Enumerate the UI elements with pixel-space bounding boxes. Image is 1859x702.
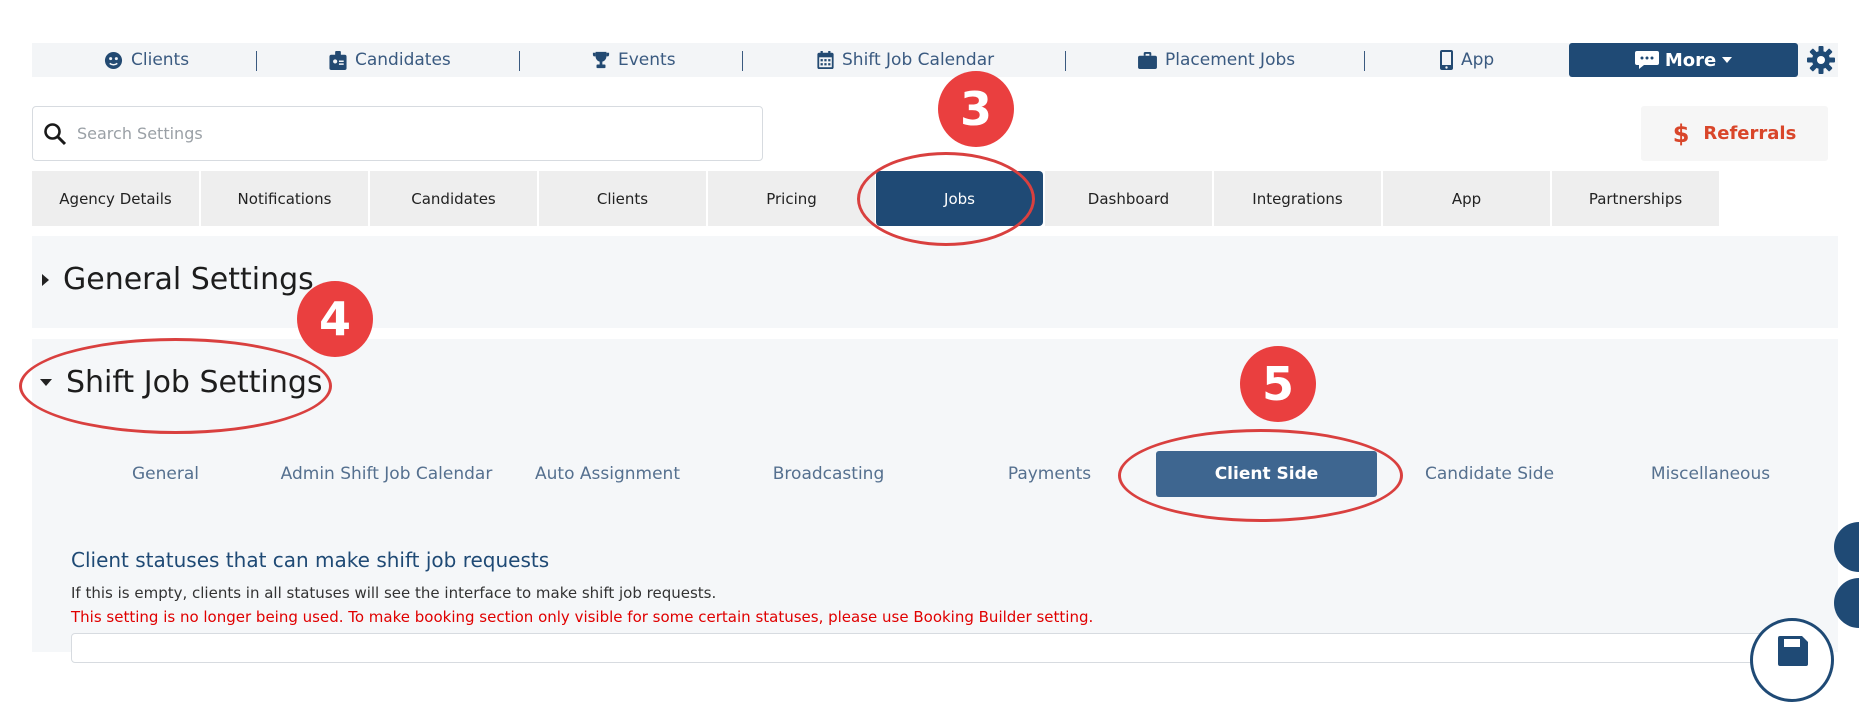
subtab-label: Admin Shift Job Calendar [280, 464, 493, 484]
subtab-label: Candidate Side [1424, 464, 1555, 484]
tab-label: Dashboard [1087, 189, 1170, 208]
referrals-button[interactable]: $ Referrals [1641, 106, 1828, 161]
subtab-auto-assignment[interactable]: Auto Assignment [497, 451, 718, 497]
search-icon [44, 122, 67, 145]
gear-icon[interactable] [1805, 44, 1837, 76]
tab-candidates[interactable]: Candidates [370, 171, 537, 226]
tab-pricing[interactable]: Pricing [708, 171, 875, 226]
dollar-icon: $ [1672, 119, 1690, 148]
annotation-ellipse-shift-job-settings [19, 338, 332, 434]
section-title: General Settings [63, 262, 314, 297]
tab-label: Candidates [411, 189, 496, 208]
subtab-candidate-side[interactable]: Candidate Side [1379, 451, 1600, 497]
briefcase-icon [1138, 51, 1157, 69]
nav-separator [1364, 51, 1365, 71]
nav-label: Clients [131, 50, 190, 70]
search-box[interactable] [32, 106, 763, 161]
setting-heading: Client statuses that can make shift job … [71, 548, 550, 572]
step-badge-4: 4 [297, 281, 373, 357]
tab-partnerships[interactable]: Partnerships [1552, 171, 1719, 226]
subtab-admin-shift-job-calendar[interactable]: Admin Shift Job Calendar [276, 451, 497, 497]
nav-label: Shift Job Calendar [842, 50, 995, 70]
nav-separator [519, 51, 520, 71]
more-label: More [1664, 49, 1717, 71]
annotation-ellipse-jobs [857, 152, 1035, 246]
tab-label: Clients [596, 189, 649, 208]
nav-item-clients[interactable]: Clients [104, 43, 189, 77]
step-badge-3: 3 [938, 71, 1014, 147]
annotation-ellipse-client-side [1118, 429, 1403, 522]
subtab-label: Payments [1007, 464, 1092, 484]
trophy-icon [592, 51, 610, 69]
floating-save-button[interactable] [1750, 618, 1834, 702]
calendar-icon [817, 51, 834, 69]
nav-item-candidates[interactable]: Candidates [329, 43, 451, 77]
badge-number: 3 [959, 82, 992, 136]
client-status-select[interactable] [71, 633, 1771, 663]
tab-agency-details[interactable]: Agency Details [32, 171, 199, 226]
tab-label: Integrations [1252, 189, 1343, 208]
referrals-label: Referrals [1703, 123, 1797, 144]
nav-label: Events [618, 50, 676, 70]
nav-item-app[interactable]: App [1440, 43, 1494, 77]
subtab-label: Auto Assignment [535, 464, 680, 484]
subtab-label: Miscellaneous [1650, 464, 1771, 484]
tab-label: Agency Details [59, 189, 172, 208]
tab-app[interactable]: App [1383, 171, 1550, 226]
tab-clients[interactable]: Clients [539, 171, 706, 226]
setting-warning: This setting is no longer being used. To… [71, 608, 1094, 626]
mobile-icon [1440, 50, 1453, 70]
step-badge-5: 5 [1240, 346, 1316, 422]
subtab-general[interactable]: General [55, 451, 276, 497]
more-button[interactable]: More [1569, 43, 1798, 77]
id-badge-icon [329, 50, 347, 70]
search-input[interactable] [77, 124, 677, 143]
nav-item-events[interactable]: Events [592, 43, 676, 77]
nav-item-placement-jobs[interactable]: Placement Jobs [1138, 43, 1295, 77]
subtab-label: General [132, 464, 199, 484]
subtab-label: Broadcasting [772, 464, 885, 484]
chat-bubble-icon [1634, 51, 1659, 69]
tab-label: Notifications [237, 189, 332, 208]
badge-number: 5 [1261, 357, 1294, 411]
nav-separator [1065, 51, 1066, 71]
badge-number: 4 [318, 292, 351, 346]
tab-integrations[interactable]: Integrations [1214, 171, 1381, 226]
nav-label: App [1461, 50, 1495, 70]
save-icon [1778, 636, 1808, 666]
caret-right-icon [42, 273, 49, 286]
tab-label: App [1451, 189, 1482, 208]
nav-separator [256, 51, 257, 71]
tab-notifications[interactable]: Notifications [201, 171, 368, 226]
general-settings-header[interactable]: General Settings [42, 262, 314, 297]
tab-label: Pricing [766, 189, 817, 208]
nav-separator [742, 51, 743, 71]
subtab-miscellaneous[interactable]: Miscellaneous [1600, 451, 1821, 497]
nav-label: Placement Jobs [1165, 50, 1296, 70]
nav-label: Candidates [355, 50, 451, 70]
tab-label: Partnerships [1588, 189, 1683, 208]
tab-dashboard[interactable]: Dashboard [1045, 171, 1212, 226]
subtab-broadcasting[interactable]: Broadcasting [718, 451, 939, 497]
setting-description: If this is empty, clients in all statuse… [71, 584, 717, 602]
user-circle-icon [104, 51, 123, 69]
caret-down-icon [1722, 57, 1733, 63]
